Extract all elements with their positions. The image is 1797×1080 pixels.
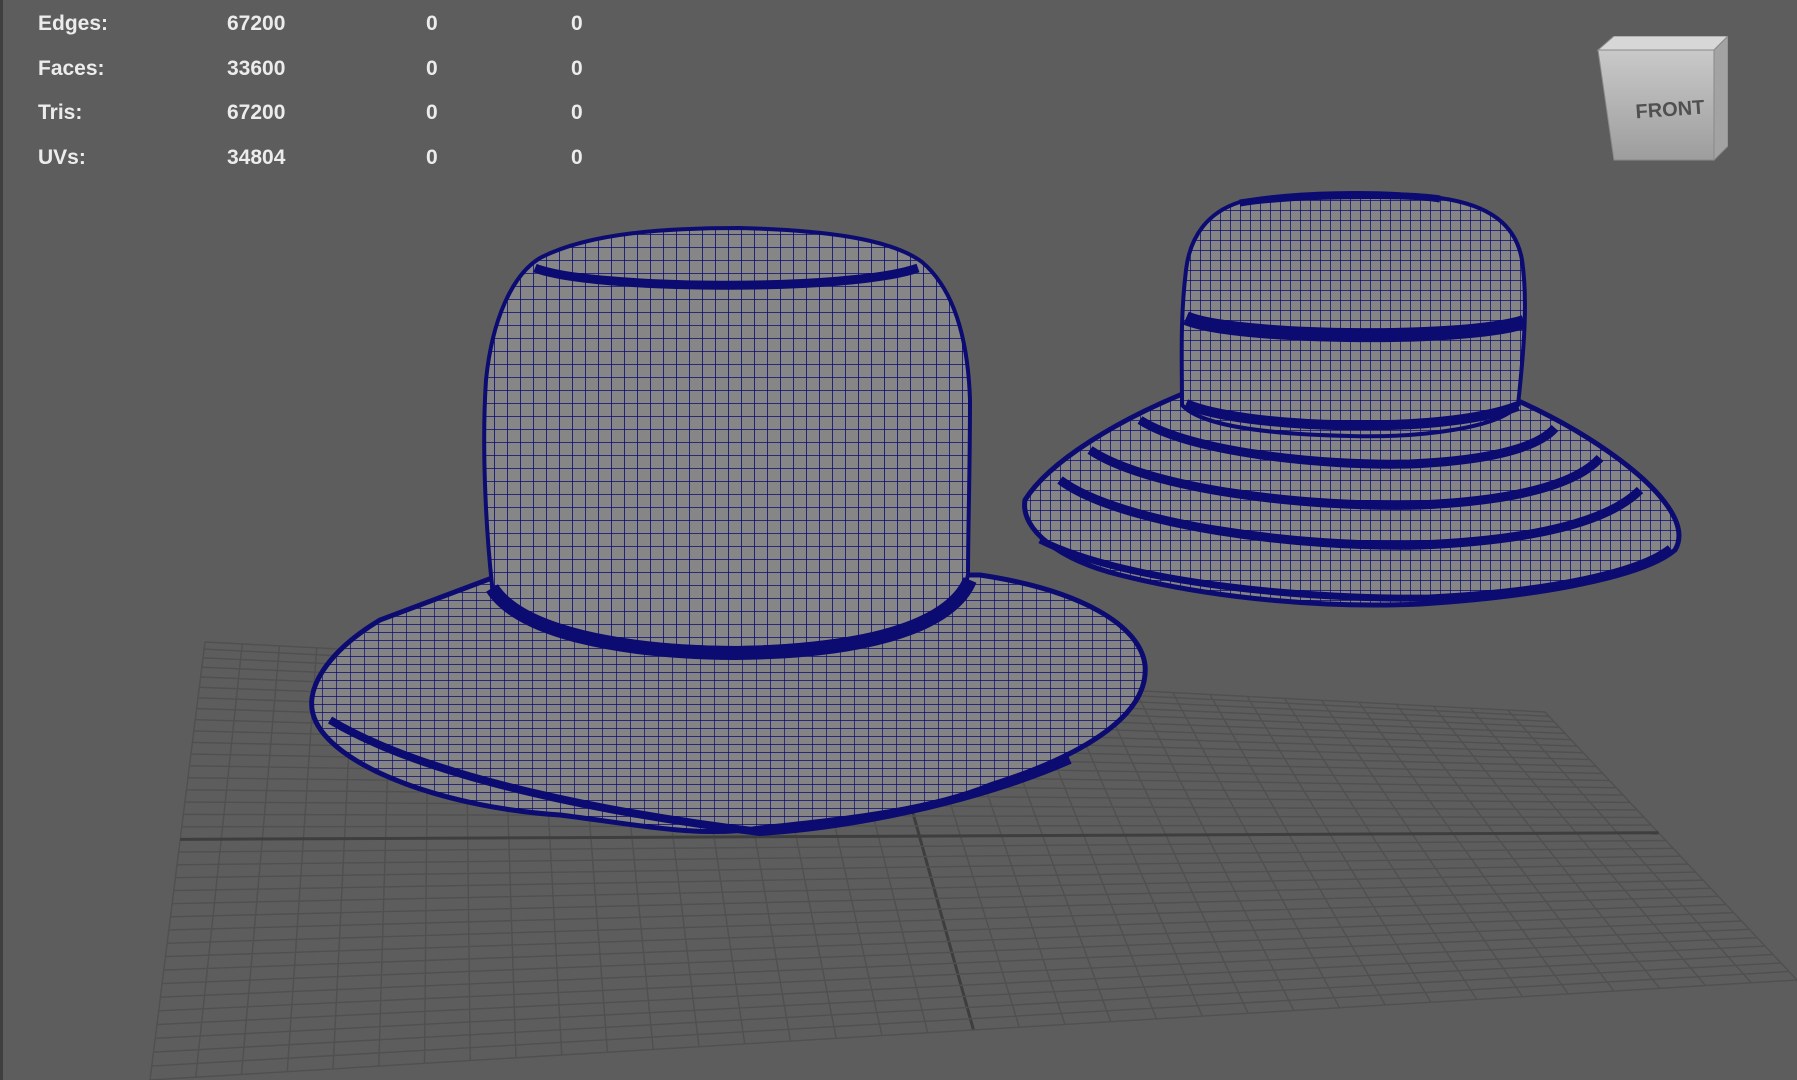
hud-value: 33600 <box>227 56 286 80</box>
hud-label: Faces: <box>38 56 105 80</box>
hud-value: 0 <box>426 146 438 170</box>
hud-row-faces: Faces: 33600 0 0 <box>38 57 598 102</box>
grid-line <box>151 970 1790 1067</box>
hud-row-uvs: UVs: 34804 0 0 <box>38 146 598 191</box>
hud-label: Tris: <box>38 101 83 125</box>
hud-row-edges: Edges: 67200 0 0 <box>38 12 598 57</box>
hud-label: UVs: <box>38 146 86 170</box>
hat-right-crown <box>1179 191 1527 439</box>
hud-value: 67200 <box>227 12 286 35</box>
hud-value: 0 <box>571 12 583 35</box>
poly-count-hud: Edges: 67200 0 0 Faces: 33600 0 0 Tris: … <box>38 12 598 191</box>
hud-row-tris: Tris: 67200 0 0 <box>38 101 598 146</box>
hud-value: 0 <box>426 12 438 35</box>
grid-line <box>168 887 1711 931</box>
view-cube-icon[interactable]: FRONT <box>1592 36 1728 170</box>
grid-line <box>181 824 1652 828</box>
hud-value: 0 <box>571 146 583 170</box>
grid-line <box>156 945 1766 1026</box>
hat-left-crown <box>482 225 973 651</box>
hud-value: 0 <box>426 56 438 80</box>
viewport-border <box>0 0 3 1080</box>
grid-line <box>149 641 206 1080</box>
hud-value: 34804 <box>227 146 286 170</box>
hud-value: 0 <box>571 56 583 80</box>
grid-line <box>153 962 1782 1053</box>
hat-right-mesh[interactable] <box>1022 191 1682 608</box>
hud-value: 0 <box>571 101 583 125</box>
grid-line <box>175 855 1681 879</box>
hat-left-mesh[interactable] <box>309 225 1148 837</box>
hud-value: 0 <box>426 101 438 125</box>
grid-line <box>167 895 1719 944</box>
perspective-viewport[interactable]: Edges: 67200 0 0 Faces: 33600 0 0 Tris: … <box>0 0 1797 1080</box>
grid-line <box>149 979 1797 1080</box>
hud-label: Edges: <box>38 12 109 35</box>
hud-value: 67200 <box>227 101 286 125</box>
